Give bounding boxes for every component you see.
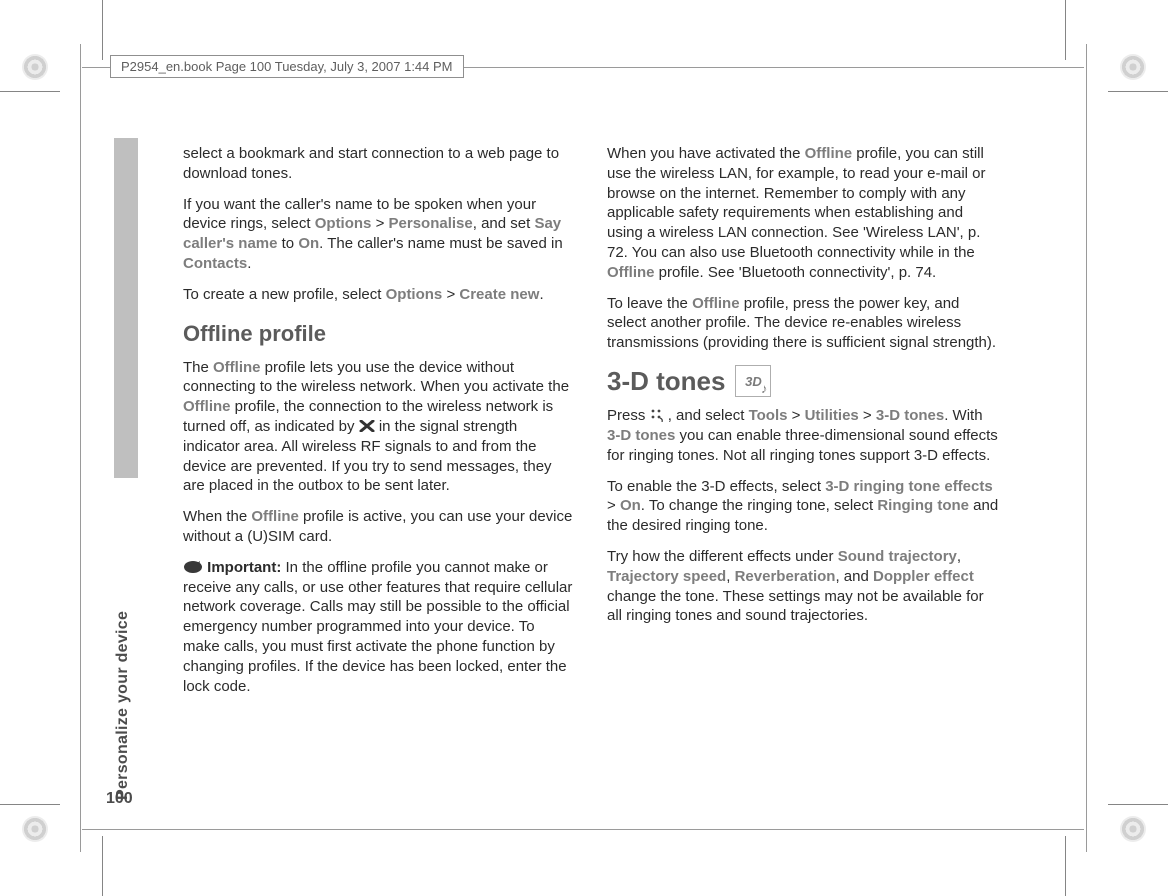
body-text: >: [371, 215, 388, 232]
body-text: .: [539, 286, 543, 303]
ui-term-create-new: Create new: [459, 286, 539, 303]
ui-term-offline: Offline: [805, 145, 853, 162]
body-text: . The caller's name must be saved in: [319, 235, 563, 252]
body-text: When you have activated the: [607, 145, 805, 162]
crop-mark: [1108, 91, 1168, 92]
ui-term-options: Options: [315, 215, 372, 232]
no-signal-x-icon: [359, 418, 375, 430]
ui-term-offline: Offline: [213, 359, 261, 376]
body-text: >: [787, 407, 804, 424]
body-text: profile. See 'Bluetooth connectivity', p…: [655, 264, 937, 281]
crop-mark: [1108, 804, 1168, 805]
ui-term-on: On: [620, 497, 641, 514]
body-text: .: [247, 255, 251, 272]
important-note: Important: In the offline profile you ca…: [183, 558, 575, 697]
3d-tones-icon: 3D: [735, 365, 771, 397]
ui-term-options: Options: [386, 286, 443, 303]
ui-term-on: On: [298, 235, 319, 252]
menu-key-icon: [650, 408, 664, 422]
registration-mark: [1120, 816, 1146, 842]
ui-term-3d-ringing-tone-effects: 3-D ringing tone effects: [825, 478, 993, 495]
body-paragraph: When you have activated the Offline prof…: [607, 144, 999, 283]
body-text: >: [607, 497, 620, 514]
running-header: P2954_en.book Page 100 Tuesday, July 3, …: [110, 55, 464, 78]
body-text: To enable the 3-D effects, select: [607, 478, 825, 495]
important-label: Important:: [207, 559, 281, 576]
crop-mark: [1065, 0, 1066, 60]
heading-offline-profile: Offline profile: [183, 319, 575, 348]
body-text: ,: [957, 548, 961, 565]
ui-term-trajectory-speed: Trajectory speed: [607, 568, 726, 585]
body-text: to: [277, 235, 298, 252]
registration-mark: [22, 816, 48, 842]
ui-term-personalise: Personalise: [389, 215, 473, 232]
ui-term-3d-tones: 3-D tones: [607, 427, 675, 444]
body-text: . To change the ringing tone, select: [641, 497, 878, 514]
page-number: 100: [106, 790, 133, 808]
body-paragraph: select a bookmark and start connection t…: [183, 144, 575, 184]
frame-line: [1086, 44, 1087, 852]
ui-term-offline: Offline: [607, 264, 655, 281]
ui-term-offline: Offline: [251, 508, 299, 525]
ui-term-doppler-effect: Doppler effect: [873, 568, 974, 585]
body-paragraph: The Offline profile lets you use the dev…: [183, 358, 575, 497]
body-paragraph: Press , and select Tools > Utilities > 3…: [607, 406, 999, 465]
frame-line: [80, 44, 81, 852]
registration-mark: [1120, 54, 1146, 80]
body-text: , and select: [668, 407, 749, 424]
registration-mark: [22, 54, 48, 80]
ui-term-contacts: Contacts: [183, 255, 247, 272]
ui-term-offline: Offline: [183, 398, 231, 415]
ui-term-3d-tones: 3-D tones: [876, 407, 944, 424]
body-paragraph: Try how the different effects under Soun…: [607, 547, 999, 626]
page-body: select a bookmark and start connection t…: [183, 144, 999, 696]
body-paragraph: To create a new profile, select Options …: [183, 285, 575, 305]
important-icon: [183, 560, 203, 574]
body-text: >: [442, 286, 459, 303]
crop-mark: [0, 91, 60, 92]
ui-term-ringing-tone: Ringing tone: [877, 497, 969, 514]
body-text: Press: [607, 407, 650, 424]
ui-term-tools: Tools: [749, 407, 788, 424]
body-text: profile, you can still use the wireless …: [607, 145, 986, 261]
body-paragraph: To leave the Offline profile, press the …: [607, 294, 999, 353]
body-text: To leave the: [607, 295, 692, 312]
body-text: ,: [726, 568, 734, 585]
body-paragraph: If you want the caller's name to be spok…: [183, 195, 575, 274]
body-text: >: [859, 407, 876, 424]
body-paragraph: To enable the 3-D effects, select 3-D ri…: [607, 477, 999, 536]
ui-term-sound-trajectory: Sound trajectory: [838, 548, 957, 565]
body-paragraph: When the Offline profile is active, you …: [183, 507, 575, 547]
frame-line: [82, 829, 1084, 830]
crop-mark: [1065, 836, 1066, 896]
body-text: When the: [183, 508, 251, 525]
crop-mark: [102, 0, 103, 60]
body-text: . With: [944, 407, 982, 424]
ui-term-reverberation: Reverberation: [735, 568, 836, 585]
body-text: To create a new profile, select: [183, 286, 386, 303]
crop-mark: [0, 804, 60, 805]
body-text: In the offline profile you cannot make o…: [183, 559, 572, 695]
ui-term-utilities: Utilities: [805, 407, 859, 424]
body-text: , and set: [473, 215, 535, 232]
crop-mark: [102, 836, 103, 896]
heading-3d-tones: 3-D tones 3D: [607, 364, 999, 398]
body-text: , and: [835, 568, 873, 585]
body-text: Try how the different effects under: [607, 548, 838, 565]
ui-term-offline: Offline: [692, 295, 740, 312]
body-text: change the tone. These settings may not …: [607, 588, 984, 625]
body-text: The: [183, 359, 213, 376]
side-tab-background: [114, 138, 138, 478]
heading-text: 3-D tones: [607, 364, 725, 398]
